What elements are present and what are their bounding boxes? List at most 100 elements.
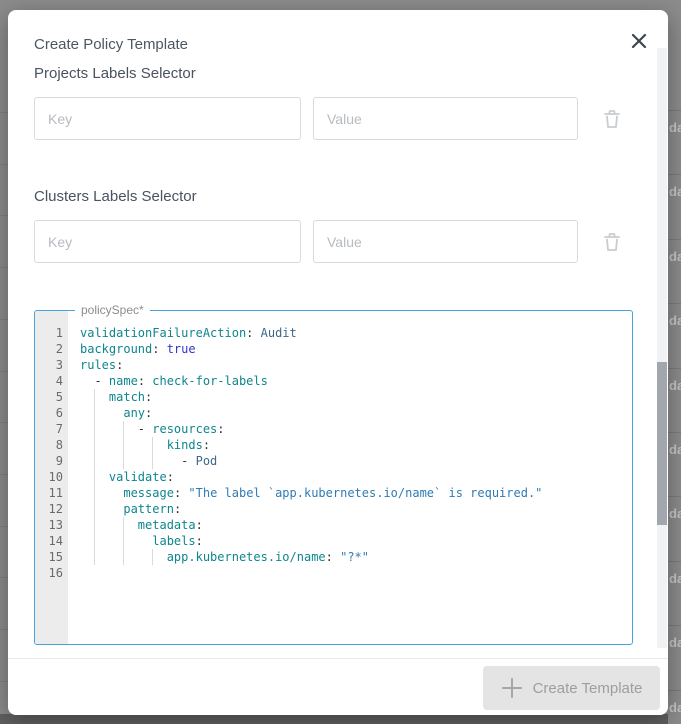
indent-guide-icon xyxy=(152,437,153,453)
trash-icon xyxy=(603,109,621,129)
editor-code[interactable]: validationFailureAction: Auditbackground… xyxy=(68,311,632,644)
clusters-row-delete-button[interactable] xyxy=(600,230,624,254)
code-line[interactable]: pattern: xyxy=(80,501,632,517)
line-number: 1 xyxy=(35,325,68,341)
background-row-divider xyxy=(0,577,8,578)
code-token xyxy=(80,406,123,420)
modal-scrollbar-thumb[interactable] xyxy=(657,362,667,525)
code-line[interactable]: - name: check-for-labels xyxy=(80,373,632,389)
code-token: resources xyxy=(152,422,217,436)
indent-guide-icon xyxy=(94,389,95,405)
indent-guide-icon xyxy=(94,421,95,437)
code-line[interactable]: app.kubernetes.io/name: "?*" xyxy=(80,549,632,565)
background-table-row: da xyxy=(668,303,681,367)
modal-scrollbar-track[interactable] xyxy=(657,48,667,648)
code-token: : xyxy=(174,502,181,516)
code-token: check-for-labels xyxy=(152,374,268,388)
code-token: app.kubernetes.io/name xyxy=(167,550,326,564)
background-table-row: da xyxy=(668,496,681,560)
background-row-divider xyxy=(0,474,8,475)
indent-guide-icon xyxy=(152,453,153,469)
indent-guide-icon xyxy=(152,549,153,565)
indent-guide-icon xyxy=(123,533,124,549)
indent-guide-icon xyxy=(123,549,124,565)
code-line[interactable]: validate: xyxy=(80,469,632,485)
indent-guide-icon xyxy=(94,437,95,453)
code-token: : xyxy=(196,534,203,548)
indent-guide-icon xyxy=(94,533,95,549)
code-line[interactable]: background: true xyxy=(80,341,632,357)
code-token: : xyxy=(326,550,340,564)
background-table-row: da xyxy=(668,368,681,432)
create-policy-template-modal: Create Policy Template Projects Labels S… xyxy=(8,10,668,714)
line-number: 8 xyxy=(35,437,68,453)
code-line[interactable]: validationFailureAction: Audit xyxy=(80,325,632,341)
line-number: 4 xyxy=(35,373,68,389)
projects-key-input[interactable] xyxy=(34,97,301,140)
background-row-divider xyxy=(0,629,8,630)
code-token: Audit xyxy=(261,326,297,340)
code-token: : xyxy=(217,422,224,436)
policyspec-editor[interactable]: policySpec* 12345678910111213141516 vali… xyxy=(34,310,633,645)
code-token: validationFailureAction xyxy=(80,326,246,340)
line-number: 14 xyxy=(35,533,68,549)
code-token: : xyxy=(196,518,203,532)
indent-guide-icon xyxy=(94,501,95,517)
indent-guide-icon xyxy=(94,485,95,501)
code-token: Pod xyxy=(196,454,218,468)
close-button[interactable] xyxy=(626,28,652,54)
background-table-row: da xyxy=(668,174,681,238)
background-table-row: da xyxy=(668,690,681,724)
create-template-button[interactable]: Create Template xyxy=(483,666,660,710)
code-line[interactable]: metadata: xyxy=(80,517,632,533)
line-number: 15 xyxy=(35,549,68,565)
projects-row-delete-button[interactable] xyxy=(600,107,624,131)
background-table-row: da xyxy=(668,239,681,303)
code-token: : xyxy=(152,342,166,356)
code-line[interactable]: any: xyxy=(80,405,632,421)
code-line[interactable]: match: xyxy=(80,389,632,405)
clusters-labels-selector-heading: Clusters Labels Selector xyxy=(34,188,197,205)
code-line[interactable] xyxy=(80,565,632,581)
code-line[interactable]: message: "The label `app.kubernetes.io/n… xyxy=(80,485,632,501)
indent-guide-icon xyxy=(123,421,124,437)
line-number: 6 xyxy=(35,405,68,421)
code-area[interactable]: 12345678910111213141516 validationFailur… xyxy=(35,311,632,644)
code-line[interactable]: rules: xyxy=(80,357,632,373)
code-token: - xyxy=(80,422,152,436)
dimmed-background-left xyxy=(0,0,8,724)
code-token: "?*" xyxy=(340,550,369,564)
line-number: 9 xyxy=(35,453,68,469)
code-token: metadata xyxy=(138,518,196,532)
create-template-button-label: Create Template xyxy=(533,680,643,697)
line-number: 12 xyxy=(35,501,68,517)
code-line[interactable]: - Pod xyxy=(80,453,632,469)
line-number: 16 xyxy=(35,565,68,581)
indent-guide-icon xyxy=(94,405,95,421)
line-number: 11 xyxy=(35,485,68,501)
projects-value-input[interactable] xyxy=(313,97,578,140)
dimmed-background-bottom xyxy=(0,714,668,724)
line-number: 10 xyxy=(35,469,68,485)
code-token: "The label `app.kubernetes.io/name` is r… xyxy=(188,486,542,500)
line-number: 3 xyxy=(35,357,68,373)
close-icon xyxy=(630,32,648,50)
background-table-row: da xyxy=(668,110,681,174)
code-token: pattern xyxy=(123,502,174,516)
clusters-key-input[interactable] xyxy=(34,220,301,263)
editor-gutter: 12345678910111213141516 xyxy=(35,311,68,644)
indent-guide-icon xyxy=(94,469,95,485)
background-table-row: da xyxy=(668,625,681,689)
code-token: rules xyxy=(80,358,116,372)
code-line[interactable]: - resources: xyxy=(80,421,632,437)
background-row-divider xyxy=(0,112,8,113)
clusters-value-input[interactable] xyxy=(313,220,578,263)
code-line[interactable]: kinds: xyxy=(80,437,632,453)
background-row-divider xyxy=(0,371,8,372)
line-number: 2 xyxy=(35,341,68,357)
code-token xyxy=(80,534,152,548)
code-token: : xyxy=(145,406,152,420)
code-line[interactable]: labels: xyxy=(80,533,632,549)
indent-guide-icon xyxy=(94,517,95,533)
modal-footer: Create Template xyxy=(8,658,668,715)
